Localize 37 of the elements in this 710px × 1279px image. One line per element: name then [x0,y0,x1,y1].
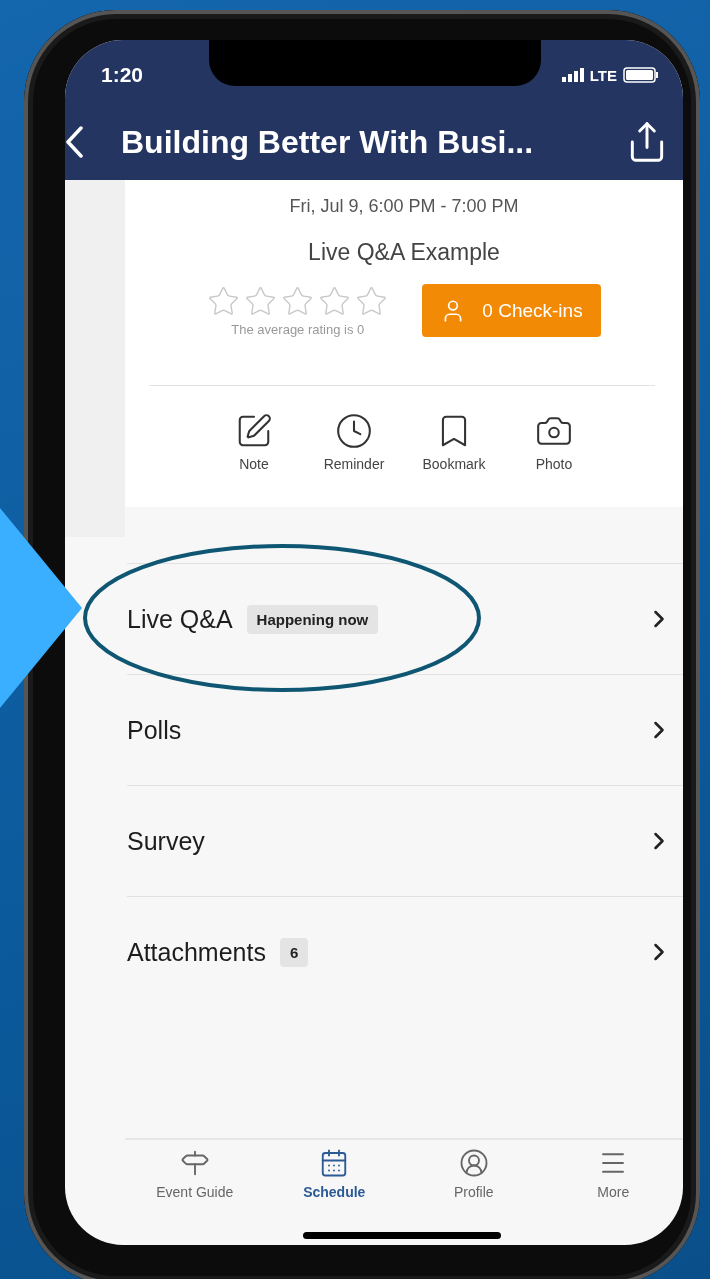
star-icon[interactable] [318,284,352,318]
network-label: LTE [589,66,617,84]
action-button[interactable]: Note [219,412,289,472]
star-rating[interactable] [207,284,389,318]
status-time: 1:20 [101,63,144,87]
list-row[interactable]: Attachments 6 [127,896,683,1007]
tab[interactable]: Event Guide [125,1148,265,1204]
tab[interactable]: Schedule [264,1148,404,1204]
rating-text: The average rating is 0 [231,321,365,337]
action-button[interactable]: Photo [519,412,589,472]
list-row[interactable]: Survey [127,785,683,896]
signpost-icon [179,1148,210,1178]
star-icon[interactable] [281,284,315,318]
star-icon[interactable] [207,284,241,318]
row-label: Polls [127,715,182,745]
list-row[interactable]: Polls [127,674,683,785]
tab[interactable]: More [543,1148,683,1204]
battery-icon [623,67,659,83]
clock-icon [335,412,373,450]
row-label: Survey [127,826,205,856]
star-icon[interactable] [244,284,278,318]
session-datetime: Fri, Jul 9, 6:00 PM - 7:00 PM [289,196,519,217]
action-button[interactable]: Reminder [319,412,389,472]
row-label: Live Q&A [127,604,233,634]
action-button[interactable]: Bookmark [419,412,489,472]
tab[interactable]: Profile [404,1148,544,1204]
row-badge: Happening now [246,604,379,634]
user-circle-icon [458,1148,489,1178]
back-button[interactable] [65,126,83,158]
row-badge: 6 [279,937,309,967]
chevron-left-icon [65,126,83,158]
list-row[interactable]: Live Q&A Happening now [127,563,683,674]
session-title: Live Q&A Example [308,239,500,266]
star-icon[interactable] [355,284,389,318]
signal-icon [561,68,584,82]
row-label: Attachments [127,937,266,967]
nav-title: Building Better With Busi... [121,123,535,161]
